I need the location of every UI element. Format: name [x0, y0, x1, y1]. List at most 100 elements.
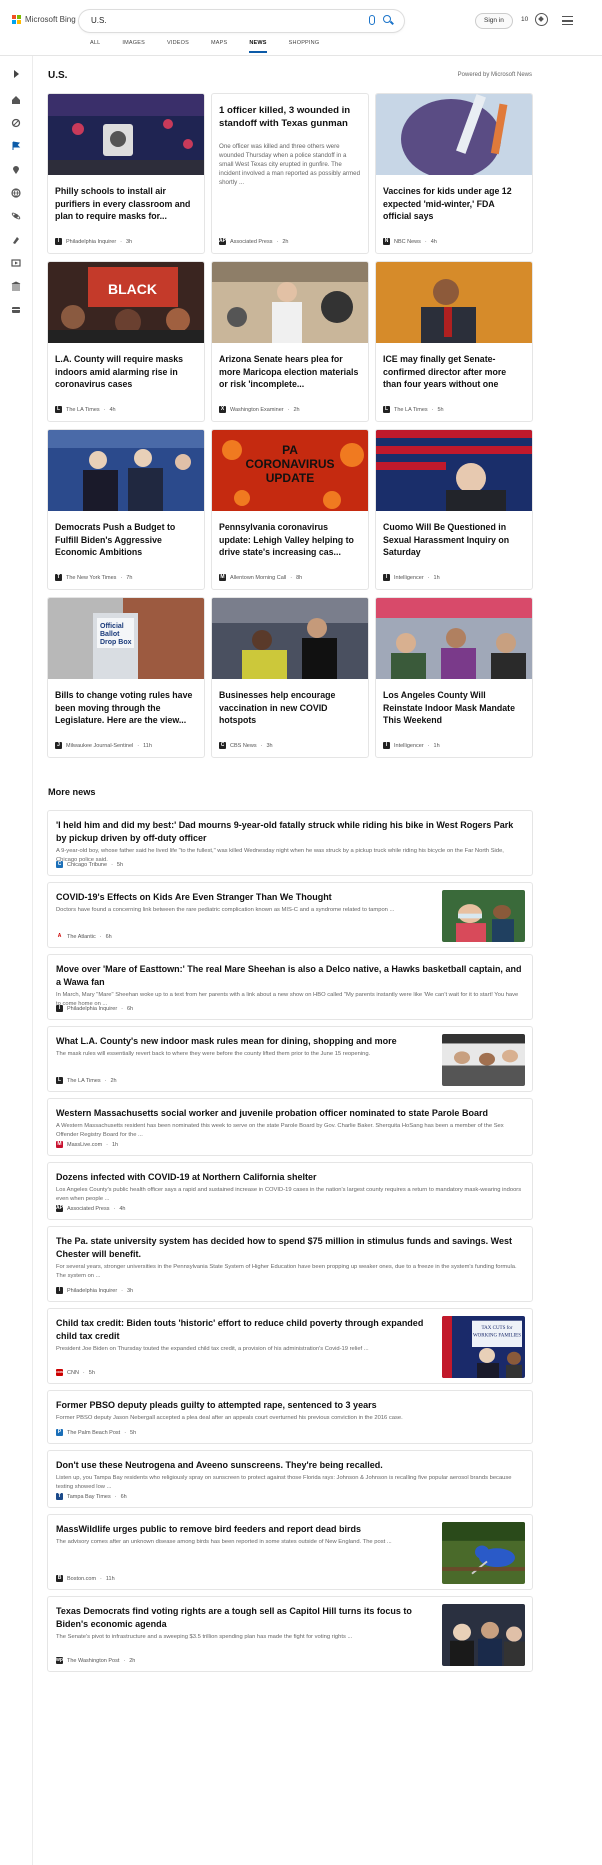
card-source[interactable]: I Philadelphia Inquirer · 3h [55, 238, 132, 245]
card-image[interactable] [212, 262, 368, 343]
card-image[interactable] [48, 430, 204, 511]
news-item[interactable]: What L.A. County's new indoor mask rules… [47, 1026, 533, 1092]
search-box[interactable]: U.S. [79, 10, 404, 32]
news-card[interactable]: Vaccines for kids under age 12 expected … [375, 93, 533, 254]
news-source[interactable]: P The Palm Beach Post · 5h [56, 1429, 136, 1436]
news-source[interactable]: M MassLive.com · 1h [56, 1141, 118, 1148]
sports-icon[interactable] [11, 115, 21, 128]
card-title[interactable]: Cuomo Will Be Questioned in Sexual Haras… [383, 521, 525, 559]
news-card[interactable]: BLACK L.A. County will require masks indo… [47, 261, 205, 422]
card-source[interactable]: C CBS News · 3h [219, 742, 273, 749]
news-source[interactable]: T Tampa Bay Times · 6h [56, 1493, 127, 1500]
news-image[interactable] [442, 1604, 525, 1666]
card-image[interactable] [376, 262, 532, 343]
news-card[interactable]: 1 officer killed, 3 wounded in standoff … [211, 93, 369, 254]
card-title[interactable]: Bills to change voting rules have been m… [55, 689, 197, 727]
news-title[interactable]: Don't use these Neutrogena and Aveeno su… [56, 1459, 524, 1472]
card-title[interactable]: Los Angeles County Will Reinstate Indoor… [383, 689, 525, 727]
news-source[interactable]: I Philadelphia Inquirer · 3h [56, 1287, 133, 1294]
card-image[interactable]: PA CORONAVIRUS UPDATE [212, 430, 368, 511]
news-item[interactable]: MassWildlife urges public to remove bird… [47, 1514, 533, 1590]
card-source[interactable]: I Intelligencer · 1h [383, 742, 440, 749]
card-image[interactable] [376, 430, 532, 511]
news-title[interactable]: Former PBSO deputy pleads guilty to atte… [56, 1399, 524, 1412]
news-source[interactable]: L The LA Times · 2h [56, 1077, 117, 1084]
news-card[interactable]: Official Ballot Drop Box Bills to change vo… [47, 597, 205, 758]
tab-images[interactable]: IMAGES [122, 40, 145, 53]
card-source[interactable]: AP Associated Press · 2h [219, 238, 288, 245]
card-image[interactable]: BLACK [48, 262, 204, 343]
news-source[interactable]: A The Atlantic · 6h [56, 933, 112, 940]
news-item[interactable]: Texas Democrats find voting rights are a… [47, 1596, 533, 1672]
news-source[interactable]: B Boston.com · 11h [56, 1575, 115, 1582]
news-image[interactable]: TAX CUTS for WORKING FAMILIES [442, 1316, 525, 1378]
signin-button[interactable]: Sign in [475, 13, 513, 29]
news-title[interactable]: Move over 'Mare of Easttown:' The real M… [56, 963, 524, 989]
world-icon[interactable] [11, 185, 21, 198]
news-card[interactable]: Cuomo Will Be Questioned in Sexual Haras… [375, 429, 533, 590]
bing-logo[interactable]: Microsoft Bing [12, 15, 76, 24]
news-item[interactable]: Western Massachusetts social worker and … [47, 1098, 533, 1156]
card-image[interactable] [376, 94, 532, 175]
card-title[interactable]: ICE may finally get Senate-confirmed dir… [383, 353, 525, 391]
news-title[interactable]: 'I held him and did my best:' Dad mourns… [56, 819, 524, 845]
tab-maps[interactable]: MAPS [211, 40, 227, 53]
news-card[interactable]: Los Angeles County Will Reinstate Indoor… [375, 597, 533, 758]
politics-icon[interactable] [11, 278, 21, 291]
card-source[interactable]: L The LA Times · 5h [383, 406, 444, 413]
tab-shopping[interactable]: SHOPPING [289, 40, 320, 53]
card-title[interactable]: Democrats Push a Budget to Fulfill Biden… [55, 521, 197, 559]
card-image[interactable] [376, 598, 532, 679]
card-source[interactable]: N NBC News · 4h [383, 238, 437, 245]
tab-news[interactable]: NEWS [249, 40, 267, 53]
card-source[interactable]: J Milwaukee Journal-Sentinel · 11h [55, 742, 152, 749]
rewards-points[interactable]: 10 [521, 16, 528, 23]
card-title[interactable]: L.A. County will require masks indoors a… [55, 353, 197, 391]
news-item[interactable]: 'I held him and did my best:' Dad mourns… [47, 810, 533, 876]
news-card[interactable]: Arizona Senate hears plea for more Maric… [211, 261, 369, 422]
news-item[interactable]: Dozens infected with COVID-19 at Norther… [47, 1162, 533, 1220]
news-item[interactable]: Child tax credit: Biden touts 'historic'… [47, 1308, 533, 1384]
news-card[interactable]: Philly schools to install air purifiers … [47, 93, 205, 254]
news-item[interactable]: Former PBSO deputy pleads guilty to atte… [47, 1390, 533, 1444]
business-icon[interactable] [11, 302, 21, 313]
science-icon[interactable] [11, 208, 21, 220]
microphone-icon[interactable] [369, 15, 375, 25]
location-icon[interactable] [11, 162, 21, 174]
news-title[interactable]: COVID-19's Effects on Kids Are Even Stra… [56, 891, 436, 904]
hamburger-menu-icon[interactable] [562, 16, 573, 25]
rewards-icon[interactable] [535, 13, 548, 26]
news-title[interactable]: Dozens infected with COVID-19 at Norther… [56, 1171, 524, 1184]
card-image[interactable] [48, 94, 204, 175]
card-title[interactable]: Philly schools to install air purifiers … [55, 185, 197, 223]
news-title[interactable]: MassWildlife urges public to remove bird… [56, 1523, 436, 1536]
card-title[interactable]: Vaccines for kids under age 12 expected … [383, 185, 525, 223]
news-card[interactable]: Businesses help encourage vaccination in… [211, 597, 369, 758]
news-item[interactable]: The Pa. state university system has deci… [47, 1226, 533, 1302]
news-title[interactable]: Western Massachusetts social worker and … [56, 1107, 524, 1120]
news-title[interactable]: Child tax credit: Biden touts 'historic'… [56, 1317, 436, 1343]
card-source[interactable]: T The New York Times · 7h [55, 574, 132, 581]
news-title[interactable]: What L.A. County's new indoor mask rules… [56, 1035, 436, 1048]
news-card[interactable]: ICE may finally get Senate-confirmed dir… [375, 261, 533, 422]
card-title[interactable]: Businesses help encourage vaccination in… [219, 689, 361, 727]
search-input[interactable]: U.S. [91, 16, 107, 25]
expand-icon[interactable] [11, 66, 21, 78]
tab-videos[interactable]: VIDEOS [167, 40, 189, 53]
card-image[interactable]: Official Ballot Drop Box [48, 598, 204, 679]
card-source[interactable]: M Allentown Morning Call · 8h [219, 574, 302, 581]
news-item[interactable]: Don't use these Neutrogena and Aveeno su… [47, 1450, 533, 1508]
news-card[interactable]: PA CORONAVIRUS UPDATE Pennsylvania coronavi… [211, 429, 369, 590]
news-card[interactable]: Democrats Push a Budget to Fulfill Biden… [47, 429, 205, 590]
news-item[interactable]: Move over 'Mare of Easttown:' The real M… [47, 954, 533, 1020]
news-source[interactable]: CNN CNN · 5h [56, 1369, 95, 1376]
news-title[interactable]: The Pa. state university system has deci… [56, 1235, 524, 1261]
news-title[interactable]: Texas Democrats find voting rights are a… [56, 1605, 436, 1631]
news-source[interactable]: C Chicago Tribune · 5h [56, 861, 123, 868]
card-title[interactable]: Pennsylvania coronavirus update: Lehigh … [219, 521, 361, 559]
tab-all[interactable]: ALL [90, 40, 100, 53]
home-icon[interactable] [11, 92, 21, 104]
news-image[interactable] [442, 1522, 525, 1584]
card-source[interactable]: I Intelligencer · 1h [383, 574, 440, 581]
technology-icon[interactable] [11, 232, 21, 244]
